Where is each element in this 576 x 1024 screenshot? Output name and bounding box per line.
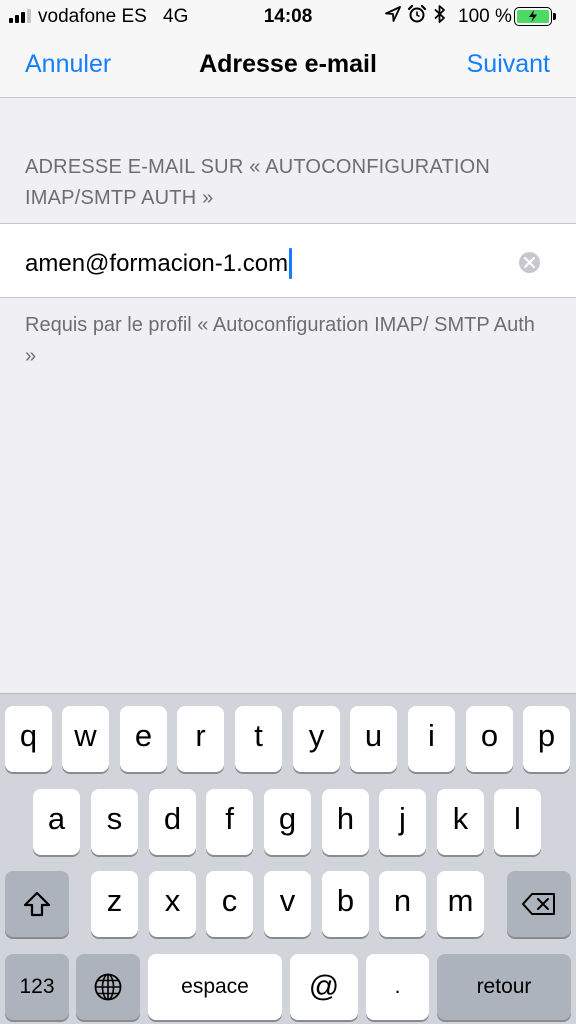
clear-icon bbox=[524, 257, 535, 268]
key-p[interactable]: p bbox=[523, 706, 570, 772]
key-c[interactable]: c bbox=[206, 871, 253, 937]
numbers-key[interactable]: 123 bbox=[5, 954, 69, 1020]
dot-key[interactable]: . bbox=[366, 954, 429, 1020]
key-a[interactable]: a bbox=[33, 789, 80, 855]
key-w[interactable]: w bbox=[62, 706, 109, 772]
cancel-button[interactable]: Annuler bbox=[25, 50, 111, 79]
alarm-clock-icon bbox=[407, 4, 427, 23]
battery-percentage: 100 % bbox=[458, 6, 512, 27]
next-button[interactable]: Suivant bbox=[467, 50, 550, 79]
key-t[interactable]: t bbox=[235, 706, 282, 772]
section-footer: Requis par le profil « Autoconfiguration… bbox=[25, 314, 535, 367]
globe-key[interactable] bbox=[76, 954, 140, 1020]
bluetooth-icon bbox=[434, 5, 445, 23]
key-j[interactable]: j bbox=[379, 789, 426, 855]
key-g[interactable]: g bbox=[264, 789, 311, 855]
location-arrow-icon bbox=[385, 6, 401, 22]
key-b[interactable]: b bbox=[322, 871, 369, 937]
key-e[interactable]: e bbox=[120, 706, 167, 772]
key-v[interactable]: v bbox=[264, 871, 311, 937]
key-x[interactable]: x bbox=[149, 871, 196, 937]
email-value: amen@formacion-1.com bbox=[25, 249, 289, 277]
return-key[interactable]: retour bbox=[437, 954, 571, 1020]
battery-tip bbox=[553, 13, 556, 20]
delete-key[interactable] bbox=[507, 871, 571, 937]
globe-icon bbox=[94, 973, 122, 1001]
key-l[interactable]: l bbox=[494, 789, 541, 855]
key-q[interactable]: q bbox=[5, 706, 52, 772]
text-caret bbox=[289, 248, 293, 279]
shift-key[interactable] bbox=[5, 871, 69, 937]
space-key[interactable]: espace bbox=[148, 954, 282, 1020]
key-k[interactable]: k bbox=[437, 789, 484, 855]
key-s[interactable]: s bbox=[91, 789, 138, 855]
backspace-icon bbox=[522, 893, 555, 915]
key-o[interactable]: o bbox=[466, 706, 513, 772]
battery-charging-icon bbox=[514, 7, 552, 26]
key-i[interactable]: i bbox=[408, 706, 455, 772]
email-input[interactable]: amen@formacion-1.com bbox=[25, 248, 293, 279]
keyboard: q w e r t y u i o p a s d f g h j k l z … bbox=[0, 693, 576, 1024]
at-key[interactable]: @ bbox=[290, 954, 358, 1020]
key-m[interactable]: m bbox=[437, 871, 484, 937]
status-icons bbox=[385, 4, 447, 24]
status-bar: vodafone ES 4G 14:08 100 % bbox=[0, 0, 576, 34]
shift-arrow-icon bbox=[23, 891, 51, 917]
section-header: ADRESSE E-MAIL SUR « AUTOCONFIGURATION I… bbox=[25, 156, 491, 209]
key-r[interactable]: r bbox=[177, 706, 224, 772]
key-y[interactable]: y bbox=[293, 706, 340, 772]
key-n[interactable]: n bbox=[379, 871, 426, 937]
clear-text-button[interactable] bbox=[519, 252, 540, 273]
navigation-bar: Annuler Adresse e-mail Suivant bbox=[0, 34, 576, 98]
key-h[interactable]: h bbox=[322, 789, 369, 855]
key-d[interactable]: d bbox=[149, 789, 196, 855]
email-field[interactable]: amen@formacion-1.com bbox=[0, 223, 576, 298]
key-f[interactable]: f bbox=[206, 789, 253, 855]
key-z[interactable]: z bbox=[91, 871, 138, 937]
key-u[interactable]: u bbox=[350, 706, 397, 772]
